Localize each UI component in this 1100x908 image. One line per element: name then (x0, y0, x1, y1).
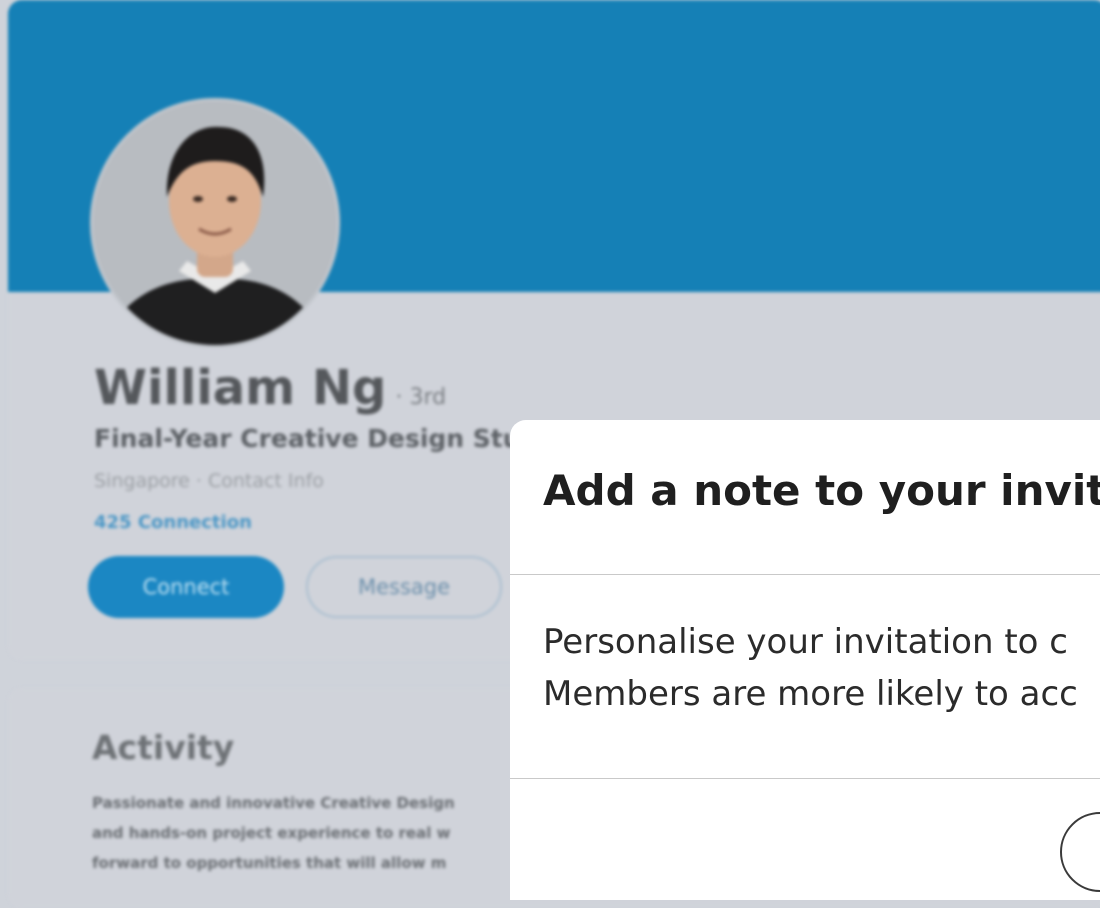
connection-degree: · 3rd (395, 385, 447, 410)
profile-name: William Ng (94, 360, 387, 416)
modal-divider (510, 778, 1100, 779)
avatar-photo (93, 101, 337, 345)
connections-count-link[interactable]: 425 Connection (94, 512, 252, 533)
profile-name-row: William Ng · 3rd (94, 360, 446, 416)
modal-divider (510, 574, 1100, 575)
activity-line: forward to opportunities that will allow… (92, 854, 447, 872)
modal-title: Add a note to your invita (543, 466, 1100, 515)
activity-title: Activity (92, 728, 235, 767)
profile-location: Singapore · Contact Info (94, 470, 324, 492)
profile-headline: Final-Year Creative Design Stud (94, 424, 539, 453)
add-note-modal: Add a note to your invita Personalise yo… (510, 420, 1100, 900)
activity-line: Passionate and innovative Creative Desig… (92, 794, 455, 812)
activity-text: Passionate and innovative Creative Desig… (92, 788, 522, 878)
avatar (90, 98, 340, 348)
connect-button[interactable]: Connect (88, 556, 284, 618)
activity-line: and hands-on project experience to real … (92, 824, 451, 842)
message-button[interactable]: Message (306, 556, 502, 618)
modal-body-line: Personalise your invitation to c (543, 622, 1068, 662)
modal-body-text: Personalise your invitation to c Members… (543, 616, 1078, 720)
modal-action-button[interactable] (1060, 812, 1100, 892)
modal-body-line: Members are more likely to acc (543, 674, 1078, 714)
